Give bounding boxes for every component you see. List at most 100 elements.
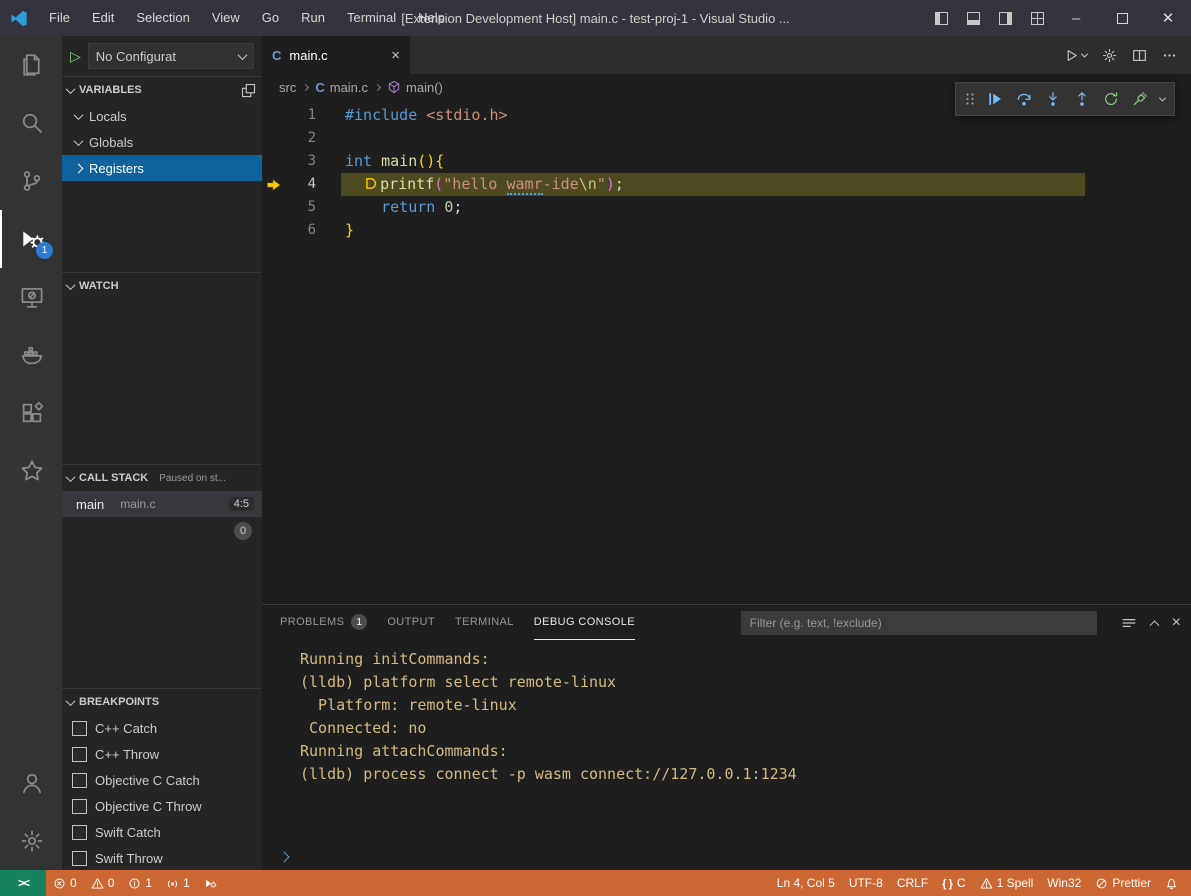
- toggle-panel-icon[interactable]: [957, 0, 989, 36]
- status-encoding[interactable]: UTF-8: [842, 870, 890, 896]
- activity-source-control[interactable]: [0, 152, 62, 210]
- status-infos[interactable]: 1: [121, 870, 159, 896]
- breakpoint-checkbox[interactable]: [72, 825, 87, 840]
- more-actions-icon[interactable]: [1162, 48, 1177, 63]
- code-line-6[interactable]: 6}: [262, 219, 1191, 242]
- breakpoint-gutter[interactable]: [262, 104, 286, 127]
- call-stack-frame[interactable]: main main.c 4:5: [62, 491, 262, 517]
- panel-tab-problems[interactable]: PROBLEMS1: [280, 605, 367, 640]
- breakpoint-row[interactable]: Swift Catch: [62, 819, 262, 845]
- status-eol[interactable]: CRLF: [890, 870, 935, 896]
- breadcrumb-folder[interactable]: src: [279, 80, 296, 95]
- toggle-sidebar-icon[interactable]: [925, 0, 957, 36]
- code-line-4[interactable]: 4 printf("hello wamr-ide\n");: [262, 173, 1191, 196]
- breakpoint-gutter[interactable]: [262, 219, 286, 242]
- debug-console-input[interactable]: [262, 844, 1191, 870]
- code-line-2[interactable]: 2: [262, 127, 1191, 150]
- activity-accounts[interactable]: [0, 754, 62, 812]
- run-or-debug-button[interactable]: [1064, 48, 1087, 63]
- menu-selection[interactable]: Selection: [125, 0, 200, 36]
- breakpoint-checkbox[interactable]: [72, 799, 87, 814]
- variables-item-locals[interactable]: Locals: [62, 103, 262, 129]
- tab-main-c[interactable]: C main.c ×: [262, 36, 410, 74]
- activity-docker[interactable]: [0, 326, 62, 384]
- panel-close-icon[interactable]: ×: [1172, 614, 1181, 632]
- menu-lines-icon[interactable]: [1121, 615, 1137, 631]
- debug-config-dropdown[interactable]: No Configurat: [88, 43, 254, 69]
- breadcrumb-symbol[interactable]: main(): [387, 80, 443, 95]
- section-actions-icon[interactable]: [241, 83, 256, 98]
- panel-tab-debug-console[interactable]: DEBUG CONSOLE: [534, 605, 635, 640]
- panel-tab-output[interactable]: OUTPUT: [387, 605, 435, 640]
- breakpoint-checkbox[interactable]: [72, 721, 87, 736]
- panel-tab-terminal[interactable]: TERMINAL: [455, 605, 514, 640]
- breakpoints-header[interactable]: BREAKPOINTS: [62, 688, 262, 715]
- minimize-button[interactable]: –: [1053, 0, 1099, 36]
- status-remote-indicator[interactable]: ><: [0, 870, 46, 896]
- status-language-mode[interactable]: { }C: [935, 870, 972, 896]
- status-cursor-position[interactable]: Ln 4, Col 5: [770, 870, 842, 896]
- breakpoint-gutter[interactable]: [262, 127, 286, 150]
- breakpoint-row[interactable]: Objective C Throw: [62, 793, 262, 819]
- debug-step-over-button[interactable]: [1010, 86, 1037, 112]
- start-debugging-icon[interactable]: ▷: [70, 48, 81, 65]
- console-filter-input[interactable]: [741, 611, 1097, 635]
- variables-header[interactable]: VARIABLES: [62, 76, 262, 103]
- debug-current-line-arrow-icon[interactable]: [262, 173, 286, 196]
- variables-item-globals[interactable]: Globals: [62, 129, 262, 155]
- menu-file[interactable]: File: [38, 0, 81, 36]
- menu-run[interactable]: Run: [290, 0, 336, 36]
- menu-view[interactable]: View: [201, 0, 251, 36]
- breakpoint-checkbox[interactable]: [72, 851, 87, 866]
- call-stack-header[interactable]: CALL STACK Paused on st...: [62, 464, 262, 491]
- split-editor-icon[interactable]: [1132, 48, 1147, 63]
- breakpoint-row[interactable]: Swift Throw: [62, 845, 262, 870]
- breakpoint-gutter[interactable]: [262, 196, 286, 219]
- close-button[interactable]: ✕: [1145, 0, 1191, 36]
- status-ports[interactable]: 1: [159, 870, 197, 896]
- debug-step-into-button[interactable]: [1039, 86, 1066, 112]
- status-debug-status[interactable]: [197, 870, 224, 896]
- breadcrumb-file[interactable]: Cmain.c: [315, 80, 368, 95]
- breakpoint-checkbox[interactable]: [72, 747, 87, 762]
- breakpoint-row[interactable]: Objective C Catch: [62, 767, 262, 793]
- status-warnings[interactable]: 0: [84, 870, 122, 896]
- activity-extensions[interactable]: [0, 384, 62, 442]
- menu-terminal[interactable]: Terminal: [336, 0, 407, 36]
- watch-header[interactable]: WATCH: [62, 272, 262, 299]
- activity-explorer[interactable]: [0, 36, 62, 94]
- gear-icon[interactable]: [1102, 48, 1117, 63]
- debug-restart-button[interactable]: [1097, 86, 1124, 112]
- debug-gripper-button[interactable]: [961, 86, 979, 112]
- activity-favorites[interactable]: [0, 442, 62, 500]
- activity-run-and-debug[interactable]: 1: [0, 210, 62, 268]
- variables-item-registers[interactable]: Registers: [62, 155, 262, 181]
- menu-edit[interactable]: Edit: [81, 0, 125, 36]
- status-platform[interactable]: Win32: [1040, 870, 1088, 896]
- code-line-3[interactable]: 3int main(){: [262, 150, 1191, 173]
- tab-close-icon[interactable]: ×: [391, 47, 400, 64]
- panel-actions: ×: [1117, 614, 1181, 632]
- breakpoint-row[interactable]: C++ Throw: [62, 741, 262, 767]
- code-line-5[interactable]: 5 return 0;: [262, 196, 1191, 219]
- menu-go[interactable]: Go: [251, 0, 290, 36]
- debug-disconnect-button[interactable]: [1126, 86, 1153, 112]
- activity-remote-explorer[interactable]: [0, 268, 62, 326]
- debug-chevron-down-button[interactable]: [1155, 86, 1169, 112]
- status-errors[interactable]: 0: [46, 870, 84, 896]
- status-notifications[interactable]: [1158, 870, 1185, 896]
- breakpoint-gutter[interactable]: [262, 150, 286, 173]
- status-spell-checker[interactable]: 1 Spell: [973, 870, 1041, 896]
- toggle-secondary-sidebar-icon[interactable]: [989, 0, 1021, 36]
- activity-settings[interactable]: [0, 812, 62, 870]
- maximize-button[interactable]: [1099, 0, 1145, 36]
- code-editor[interactable]: 1#include <stdio.h>23int main(){4 printf…: [262, 100, 1191, 604]
- customize-layout-icon[interactable]: [1021, 0, 1053, 36]
- breakpoint-checkbox[interactable]: [72, 773, 87, 788]
- debug-step-out-button[interactable]: [1068, 86, 1095, 112]
- status-prettier[interactable]: Prettier: [1088, 870, 1158, 896]
- breakpoint-row[interactable]: C++ Catch: [62, 715, 262, 741]
- panel-maximize-icon[interactable]: [1149, 620, 1159, 630]
- debug-continue-button[interactable]: [981, 86, 1008, 112]
- activity-search[interactable]: [0, 94, 62, 152]
